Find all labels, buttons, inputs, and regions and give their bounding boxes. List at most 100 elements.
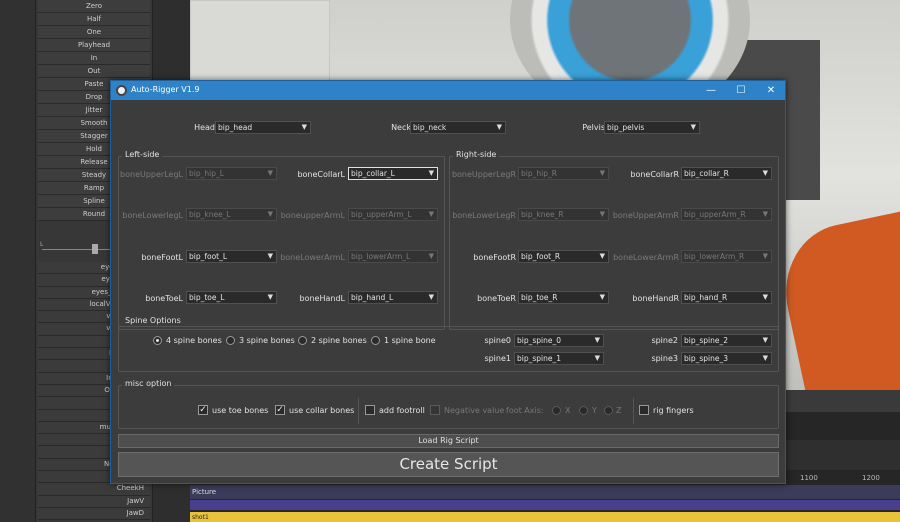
chevron-down-icon: ▼	[301, 123, 307, 131]
upper-leg-l-combo[interactable]: bip_hip_L ▼	[186, 167, 277, 180]
chevron-down-icon: ▼	[762, 169, 768, 177]
collar-r-combo[interactable]: bip_collar_R ▼	[681, 167, 772, 180]
timeline-ruler-tick: 1200	[862, 474, 880, 482]
collar-r-label: boneCollarR	[630, 170, 679, 179]
dialog-title: Auto-Rigger V1.9	[131, 85, 200, 94]
sequencer-button[interactable]: Playhead	[38, 39, 150, 52]
maximize-button[interactable]: ☐	[726, 81, 756, 100]
hand-l-combo[interactable]: bip_hand_L ▼	[348, 291, 438, 304]
spine-2-radio[interactable]	[298, 336, 307, 345]
chevron-down-icon: ▼	[594, 354, 600, 362]
spine2-value: bip_spine_2	[684, 336, 728, 345]
lower-leg-l-label: boneLowerlegL	[122, 211, 183, 220]
foot-l-label: boneFootL	[141, 253, 183, 262]
lower-arm-r-combo[interactable]: bip_lowerArm_R ▼	[681, 250, 772, 263]
toe-l-combo[interactable]: bip_toe_L ▼	[186, 291, 277, 304]
head-combo[interactable]: bip_head ▼	[215, 121, 311, 134]
axis-y-radio[interactable]	[579, 406, 588, 415]
chevron-down-icon: ▼	[762, 336, 768, 344]
upper-leg-l-value: bip_hip_L	[189, 169, 224, 178]
chevron-down-icon: ▼	[599, 252, 605, 260]
spine-4-radio[interactable]	[153, 336, 162, 345]
chevron-down-icon: ▼	[762, 252, 768, 260]
app-logo-icon	[116, 85, 127, 96]
chevron-down-icon: ▼	[267, 293, 273, 301]
sequencer-button[interactable]: Half	[38, 13, 150, 26]
sequencer-button[interactable]: Out	[38, 65, 150, 78]
upper-leg-r-value: bip_hip_R	[521, 169, 557, 178]
load-rig-script-button[interactable]: Load Rig Script	[118, 434, 779, 448]
lower-leg-l-combo[interactable]: bip_knee_L ▼	[186, 208, 277, 221]
hand-l-value: bip_hand_L	[351, 293, 394, 302]
upper-arm-r-label: boneUpperArmR	[612, 211, 679, 220]
collar-l-combo[interactable]: bip_collar_L ▼	[348, 167, 438, 180]
use-toe-bones-label: use toe bones	[212, 406, 269, 415]
upper-arm-l-combo[interactable]: bip_upperArm_L ▼	[348, 208, 438, 221]
flex-controller-item[interactable]: CheekH	[38, 483, 150, 496]
minimize-button[interactable]: —	[696, 81, 726, 100]
right-side-title: Right-side	[453, 150, 500, 159]
chevron-down-icon: ▼	[267, 169, 273, 177]
slider-knob[interactable]	[92, 244, 98, 254]
chevron-down-icon: ▼	[599, 210, 605, 218]
lower-leg-r-value: bip_knee_R	[521, 210, 564, 219]
head-value: bip_head	[218, 123, 253, 132]
spine1-combo[interactable]: bip_spine_1 ▼	[514, 352, 604, 365]
lower-arm-l-combo[interactable]: bip_lowerArm_L ▼	[348, 250, 438, 263]
foot-r-value: bip_foot_R	[521, 252, 561, 261]
rig-fingers-checkbox[interactable]	[639, 405, 649, 415]
spine3-label: spine3	[651, 354, 678, 363]
toe-r-combo[interactable]: bip_toe_R ▼	[518, 291, 609, 304]
toe-r-value: bip_toe_R	[521, 293, 558, 302]
spine0-combo[interactable]: bip_spine_0 ▼	[514, 334, 604, 347]
foot-l-combo[interactable]: bip_foot_L ▼	[186, 250, 277, 263]
picture-track[interactable]	[190, 485, 900, 499]
flex-controller-item[interactable]: JawD	[38, 507, 150, 521]
chevron-down-icon: ▼	[594, 336, 600, 344]
dialog-titlebar[interactable]: Auto-Rigger V1.9 — ☐ ✕	[111, 81, 785, 100]
spine-3-label: 3 spine bones	[239, 336, 295, 345]
hand-r-combo[interactable]: bip_hand_R ▼	[681, 291, 772, 304]
spine2-combo[interactable]: bip_spine_2 ▼	[681, 334, 772, 347]
neck-combo[interactable]: bip_neck ▼	[410, 121, 506, 134]
lower-leg-r-combo[interactable]: bip_knee_R ▼	[518, 208, 609, 221]
add-footroll-checkbox[interactable]	[365, 405, 375, 415]
chevron-down-icon: ▼	[762, 354, 768, 362]
foot-axis-label: foot Axis:	[506, 406, 544, 415]
spine3-combo[interactable]: bip_spine_3 ▼	[681, 352, 772, 365]
clip-track[interactable]	[190, 500, 900, 510]
create-script-button[interactable]: Create Script	[118, 452, 779, 477]
spine1-value: bip_spine_1	[517, 354, 561, 363]
upper-arm-r-combo[interactable]: bip_upperArm_R ▼	[681, 208, 772, 221]
spine-options-group	[118, 326, 779, 372]
hand-r-value: bip_hand_R	[684, 293, 728, 302]
rig-fingers-label: rig fingers	[653, 406, 694, 415]
pelvis-combo[interactable]: bip_pelvis ▼	[604, 121, 700, 134]
pelvis-value: bip_pelvis	[607, 123, 645, 132]
spine-3-radio[interactable]	[226, 336, 235, 345]
foot-r-combo[interactable]: bip_foot_R ▼	[518, 250, 609, 263]
spine2-label: spine2	[651, 336, 678, 345]
left-side-title: Left-side	[122, 150, 163, 159]
axis-x-radio[interactable]	[552, 406, 561, 415]
collar-l-value: bip_collar_L	[351, 169, 395, 178]
misc-divider	[633, 398, 634, 424]
sequencer-button[interactable]: One	[38, 26, 150, 39]
upper-arm-l-value: bip_upperArm_L	[351, 210, 412, 219]
picture-track-label: Picture	[192, 488, 217, 496]
spine-1-radio[interactable]	[371, 336, 380, 345]
sequencer-button[interactable]: In	[38, 52, 150, 65]
use-collar-bones-checkbox[interactable]: ✓	[275, 405, 285, 415]
upper-leg-r-combo[interactable]: bip_hip_R ▼	[518, 167, 609, 180]
sequencer-button[interactable]: Zero	[38, 0, 150, 13]
close-button[interactable]: ✕	[756, 81, 786, 100]
foot-l-value: bip_foot_L	[189, 252, 228, 261]
axis-z-radio[interactable]	[604, 406, 613, 415]
lower-arm-l-label: boneLowerArmL	[280, 253, 345, 262]
flex-controller-item[interactable]: JawV	[38, 495, 150, 508]
negative-value-checkbox[interactable]	[430, 405, 440, 415]
upper-arm-r-value: bip_upperArm_R	[684, 210, 746, 219]
axis-x-label: X	[565, 406, 571, 415]
use-toe-bones-checkbox[interactable]: ✓	[198, 405, 208, 415]
shot-track[interactable]	[190, 512, 900, 522]
